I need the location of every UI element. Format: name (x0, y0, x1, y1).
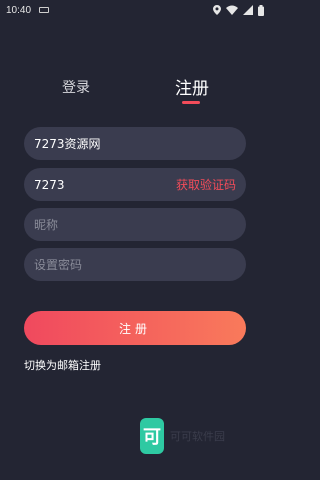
password-placeholder: 设置密码 (34, 258, 83, 272)
switch-to-email-link[interactable]: 切换为邮箱注册 (24, 357, 101, 373)
watermark-text: 可可软件园 (170, 430, 225, 443)
wifi-icon (226, 5, 238, 15)
get-code-button[interactable]: 获取验证码 (176, 176, 236, 193)
status-icons (213, 4, 264, 16)
username-value: 7273资源网 (34, 137, 101, 151)
tab-register[interactable]: 注册 (175, 74, 209, 99)
active-tab-indicator (182, 101, 200, 104)
location-icon (213, 5, 221, 15)
phone-value: 7273 (34, 177, 65, 192)
watermark: 可 可可软件园 (140, 418, 225, 454)
password-field[interactable]: 设置密码 (24, 248, 246, 281)
watermark-logo-icon: 可 (140, 418, 164, 454)
battery-icon (258, 4, 264, 16)
auth-tabs: 登录 注册 (0, 70, 270, 110)
register-button[interactable]: 注册 (24, 311, 246, 345)
nickname-field[interactable]: 昵称 (24, 208, 246, 241)
signal-icon (243, 5, 253, 15)
notification-icon (39, 7, 50, 13)
tab-login[interactable]: 登录 (62, 77, 90, 97)
username-field[interactable]: 7273资源网 (24, 127, 246, 160)
status-time: 10:40 (6, 4, 32, 16)
status-bar: 10:40 (0, 0, 270, 20)
nickname-placeholder: 昵称 (34, 218, 59, 232)
phone-field[interactable]: 7273 获取验证码 (24, 168, 246, 201)
